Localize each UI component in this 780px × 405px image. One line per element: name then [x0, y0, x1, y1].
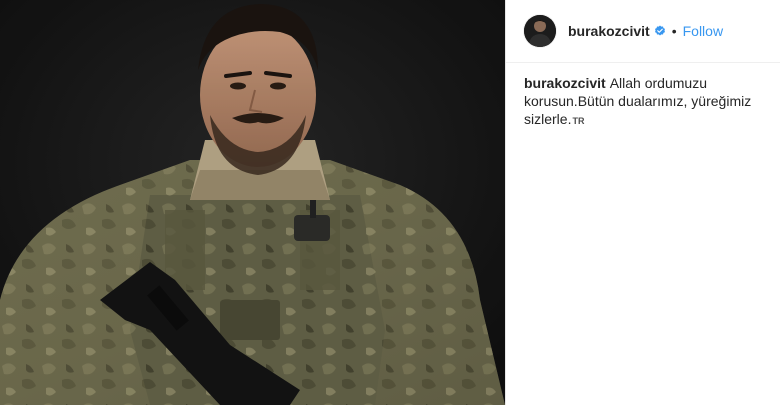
- follow-button[interactable]: Follow: [683, 23, 723, 39]
- soldier-portrait-image: [0, 0, 505, 405]
- caption-language-tag: TR: [572, 116, 585, 126]
- post-caption: burakozcivit Allah ordumuzu korusun.Bütün…: [524, 74, 760, 130]
- post-header: burakozcivit • Follow: [506, 0, 780, 63]
- separator-dot: •: [671, 23, 677, 39]
- caption-username-link[interactable]: burakozcivit: [524, 75, 606, 91]
- verified-badge-icon: [654, 25, 666, 37]
- avatar[interactable]: [524, 15, 556, 47]
- post-photo[interactable]: [0, 0, 505, 405]
- username-link[interactable]: burakozcivit: [568, 23, 650, 39]
